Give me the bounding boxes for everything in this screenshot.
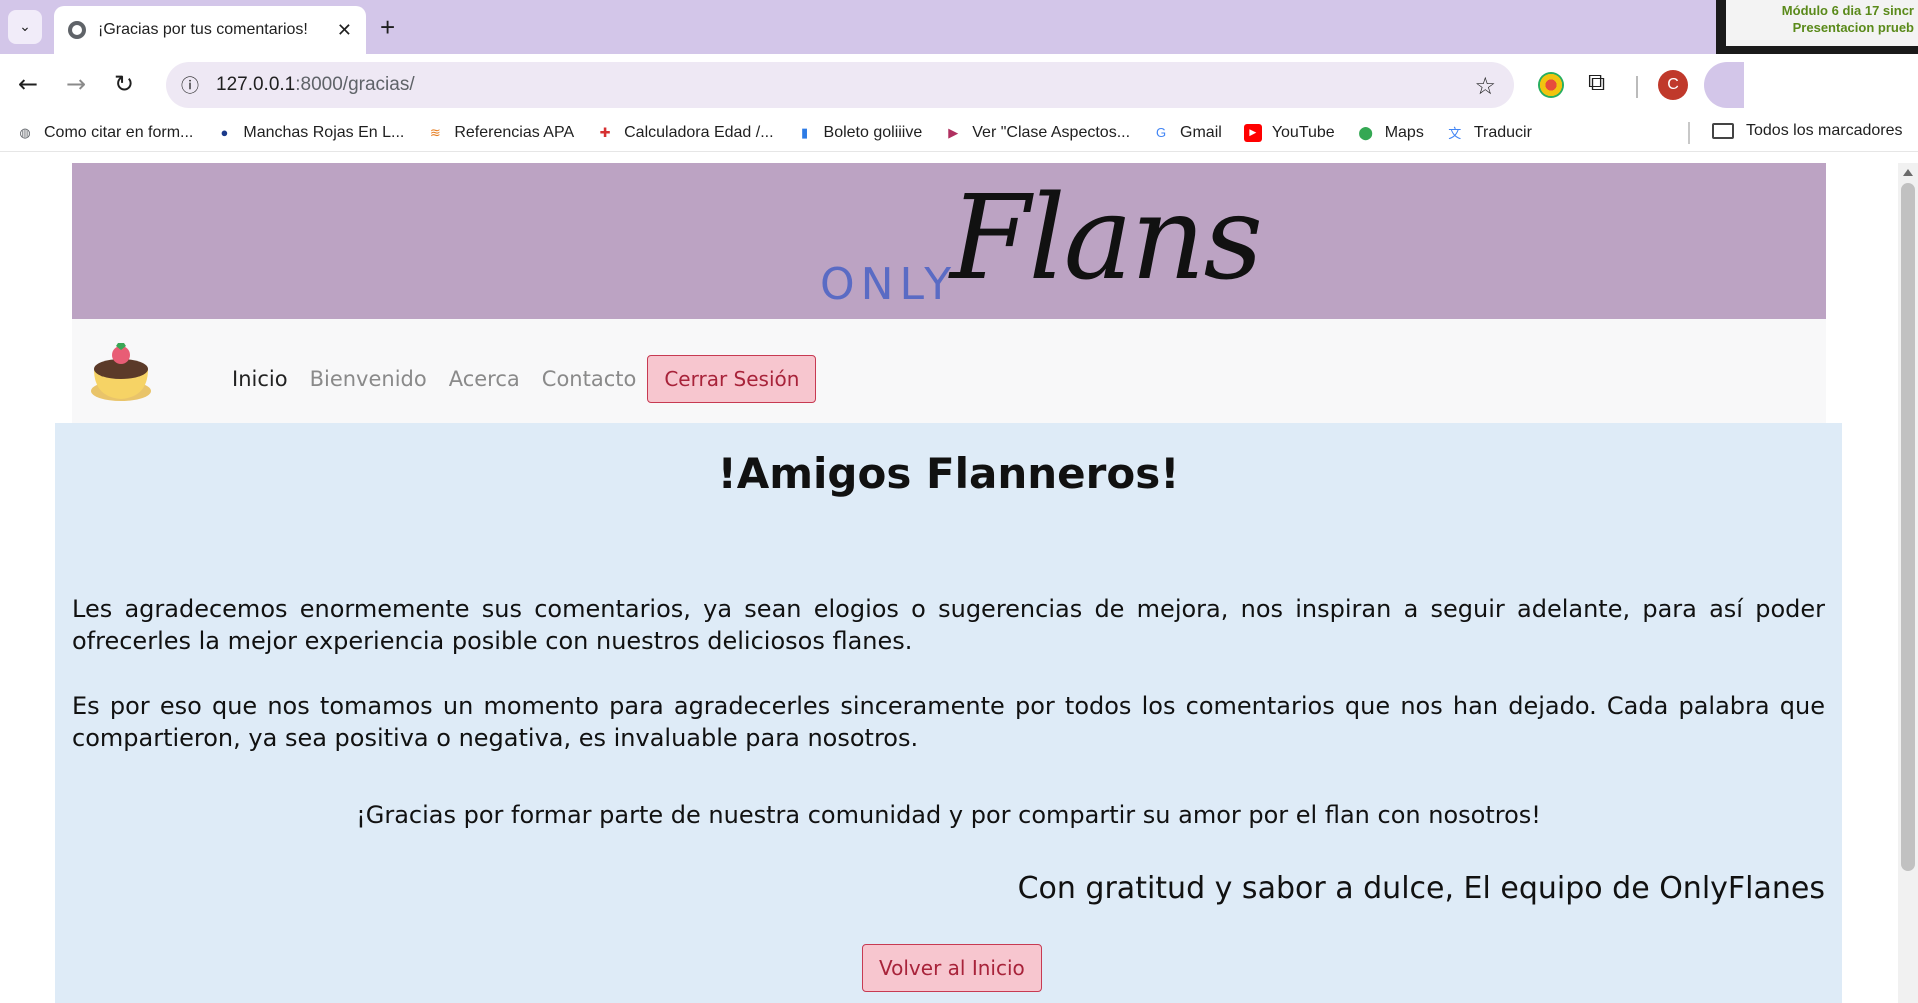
page-viewport: ONLY Flans Inicio Bienvenido Acerca Cont…	[0, 163, 1918, 1003]
thanks-paragraph-1: Les agradecemos enormemente sus comentar…	[72, 595, 1825, 655]
logo-only-text: ONLY	[820, 259, 958, 310]
bookmark-item[interactable]: ≋ Referencias APA	[426, 124, 574, 142]
extensions-puzzle-icon[interactable]: ⧉	[1588, 68, 1605, 96]
new-tab-button[interactable]: +	[380, 12, 395, 43]
url-path: :8000/gracias/	[295, 74, 415, 95]
back-arrow-icon[interactable]: ←	[18, 70, 38, 98]
profile-pill[interactable]	[1704, 62, 1744, 108]
bookmark-item[interactable]: ◍ Como citar en form...	[16, 124, 193, 142]
tab-title: ¡Gracias por tus comentarios!	[98, 21, 308, 38]
all-bookmarks-button[interactable]: Todos los marcadores	[1712, 122, 1903, 140]
bookmark-label: Ver "Clase Aspectos...	[972, 123, 1131, 141]
bookmark-label: Calculadora Edad /...	[624, 123, 774, 141]
all-bookmarks-label: Todos los marcadores	[1746, 122, 1903, 139]
bookmark-item[interactable]: ⬤ Maps	[1357, 123, 1424, 142]
bookmark-label: Traducir	[1473, 123, 1532, 141]
bookmark-star-icon[interactable]: ☆	[1474, 72, 1496, 100]
scrollbar-thumb[interactable]	[1901, 183, 1915, 871]
url-host: 127.0.0.1	[216, 74, 296, 95]
scroll-up-arrow-icon[interactable]	[1903, 169, 1913, 176]
nav-link-contacto[interactable]: Contacto	[542, 367, 637, 391]
bookmark-label: Maps	[1384, 123, 1424, 141]
flan-logo-icon[interactable]	[88, 335, 154, 405]
close-icon[interactable]: ✕	[337, 20, 352, 41]
site-banner: ONLY Flans	[72, 163, 1826, 319]
logout-button[interactable]: Cerrar Sesión	[647, 355, 817, 403]
apa-icon: ≋	[429, 124, 441, 140]
bars-icon: ▮	[800, 124, 809, 140]
active-tab[interactable]: ¡Gracias por tus comentarios! ✕	[54, 6, 366, 54]
calculator-icon: ✚	[599, 124, 611, 140]
maps-icon: ⬤	[1358, 124, 1373, 140]
bookmark-item[interactable]: ● Manchas Rojas En L...	[215, 124, 404, 142]
thanks-section: !Amigos Flanneros! Les agradecemos enorm…	[55, 423, 1842, 1003]
bookmark-label: Gmail	[1180, 123, 1222, 141]
url-text[interactable]: 127.0.0.1:8000/gracias/	[216, 74, 415, 96]
browser-chrome: ⌄ ¡Gracias por tus comentarios! ✕ + Módu…	[0, 0, 1918, 152]
shared-screen-text: Módulo 6 dia 17 sincr Presentacion prueb	[1781, 3, 1914, 35]
shared-screen-preview: Módulo 6 dia 17 sincr Presentacion prueb	[1726, 0, 1918, 46]
youtube-icon: ▶	[1243, 123, 1262, 142]
bookmark-label: YouTube	[1271, 123, 1335, 141]
extension-icon[interactable]	[1538, 72, 1564, 98]
site-logo: ONLY Flans	[744, 171, 1263, 310]
bookmark-item[interactable]: G Gmail	[1152, 124, 1222, 142]
bookmark-item[interactable]: ✚ Calculadora Edad /...	[596, 123, 774, 142]
logo-flans-text: Flans	[950, 171, 1263, 306]
back-home-button[interactable]: Volver al Inicio	[862, 944, 1042, 992]
nav-link-inicio[interactable]: Inicio	[232, 367, 288, 391]
bookmark-item[interactable]: ▶ Ver "Clase Aspectos...	[944, 124, 1130, 142]
page-title: !Amigos Flanneros!	[717, 449, 1180, 498]
globe-icon	[68, 21, 86, 39]
tab-search-button[interactable]: ⌄	[8, 10, 42, 44]
chevron-down-icon: ⌄	[19, 19, 31, 35]
bookmark-item[interactable]: ▶ YouTube	[1243, 123, 1335, 142]
toolbar-divider	[1636, 76, 1638, 98]
site-navbar: Inicio Bienvenido Acerca Contacto Cerrar…	[72, 319, 1826, 429]
address-bar[interactable]: ⓘ 127.0.0.1:8000/gracias/ ☆	[166, 62, 1514, 108]
forward-arrow-icon[interactable]: →	[66, 70, 86, 98]
bookmark-item[interactable]: ▮ Boleto goliiive	[796, 123, 923, 142]
nav-link-bienvenido[interactable]: Bienvenido	[310, 367, 427, 391]
profile-avatar[interactable]: C	[1658, 70, 1688, 100]
bookmark-item[interactable]: 文 Traducir	[1446, 124, 1532, 142]
globe-icon: ◍	[19, 124, 31, 140]
nav-link-acerca[interactable]: Acerca	[449, 367, 520, 391]
page-scrollbar[interactable]	[1898, 163, 1918, 1003]
thanks-paragraph-3: ¡Gracias por formar parte de nuestra com…	[356, 801, 1541, 829]
play-icon: ▶	[948, 124, 959, 140]
nav-links: Inicio Bienvenido Acerca Contacto Cerrar…	[232, 355, 817, 403]
site-info-icon[interactable]: ⓘ	[178, 73, 202, 97]
bookmark-label: Boleto goliiive	[823, 123, 923, 141]
folder-icon	[1712, 123, 1734, 139]
browser-toolbar: ← → ↻ ⓘ 127.0.0.1:8000/gracias/ ☆ ⧉ C	[0, 54, 1918, 114]
bookmark-label: Referencias APA	[454, 123, 575, 141]
bookmark-label: Como citar en form...	[44, 123, 194, 141]
bookmark-label: Manchas Rojas En L...	[243, 123, 405, 141]
thanks-paragraph-2: Es por eso que nos tomamos un momento pa…	[72, 692, 1825, 752]
bookmarks-divider	[1688, 122, 1690, 144]
reload-icon[interactable]: ↻	[114, 70, 134, 98]
google-icon: G	[1155, 125, 1167, 140]
tab-strip: ⌄ ¡Gracias por tus comentarios! ✕ + Módu…	[0, 0, 1918, 110]
bookmarks-bar: ◍ Como citar en form... ● Manchas Rojas En …	[0, 114, 1918, 152]
signoff-text: Con gratitud y sabor a dulce, El equipo …	[1017, 871, 1825, 906]
translate-icon: 文	[1448, 126, 1462, 141]
apple-icon: ●	[220, 125, 229, 140]
